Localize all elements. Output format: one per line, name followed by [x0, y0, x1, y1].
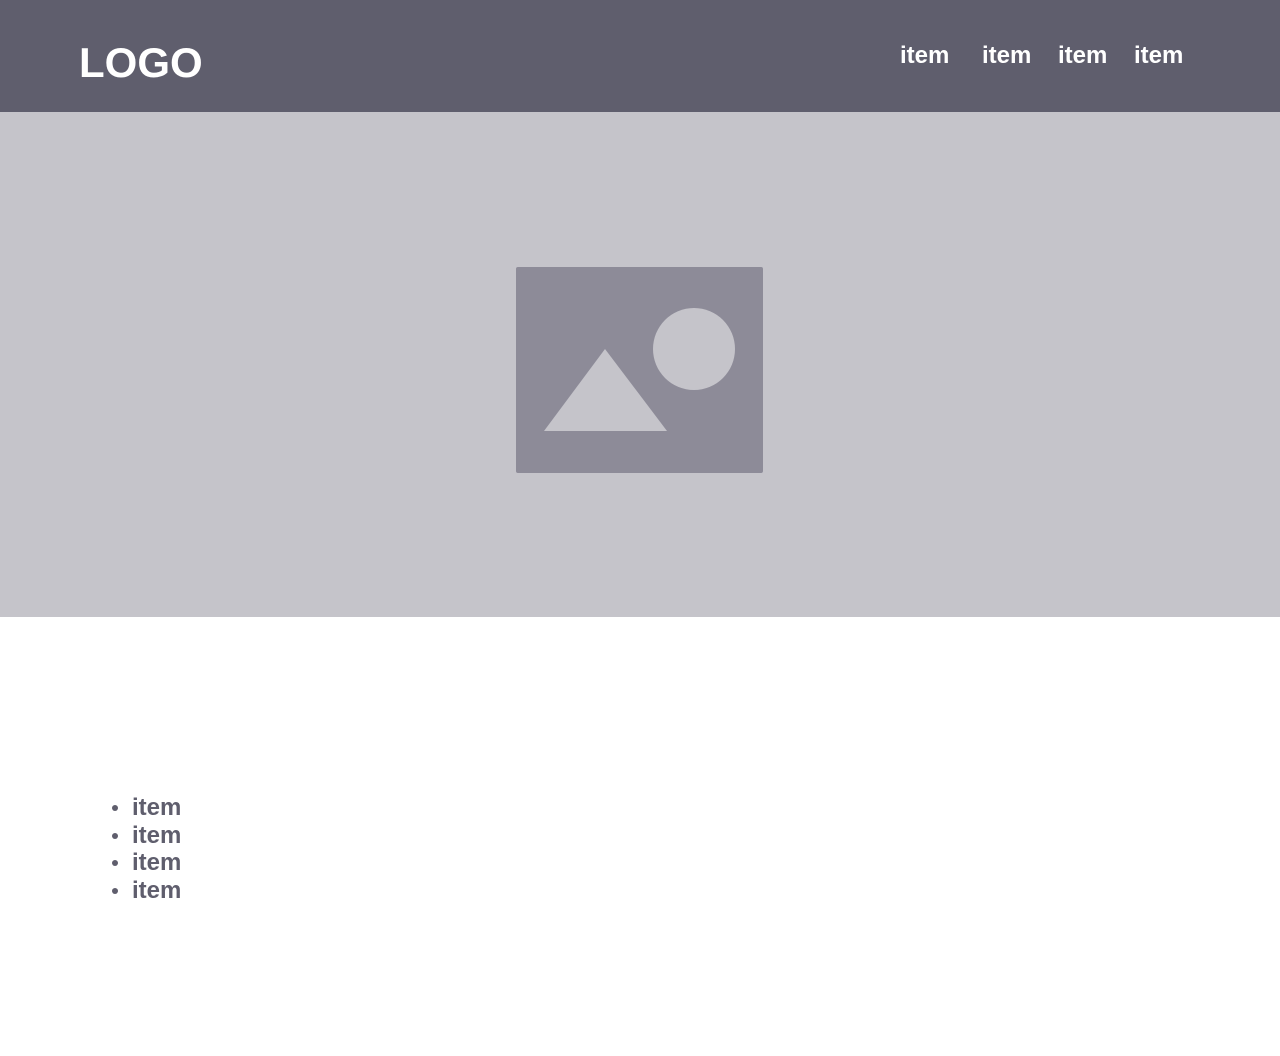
list-item: item: [110, 794, 181, 822]
site-header: LOGO item item item item: [0, 0, 1280, 112]
logo[interactable]: LOGO: [79, 36, 203, 90]
list-item: item: [110, 849, 181, 877]
nav-item-2[interactable]: item: [982, 40, 1031, 72]
image-placeholder-icon: [516, 267, 763, 473]
list-item: item: [110, 877, 181, 905]
list-item: item: [110, 822, 181, 850]
content-list: item item item item: [110, 794, 181, 904]
nav-item-4[interactable]: item: [1134, 40, 1183, 72]
nav-item-3[interactable]: item: [1058, 40, 1107, 72]
nav-item-1[interactable]: item: [900, 40, 949, 72]
hero-banner: [0, 112, 1280, 617]
